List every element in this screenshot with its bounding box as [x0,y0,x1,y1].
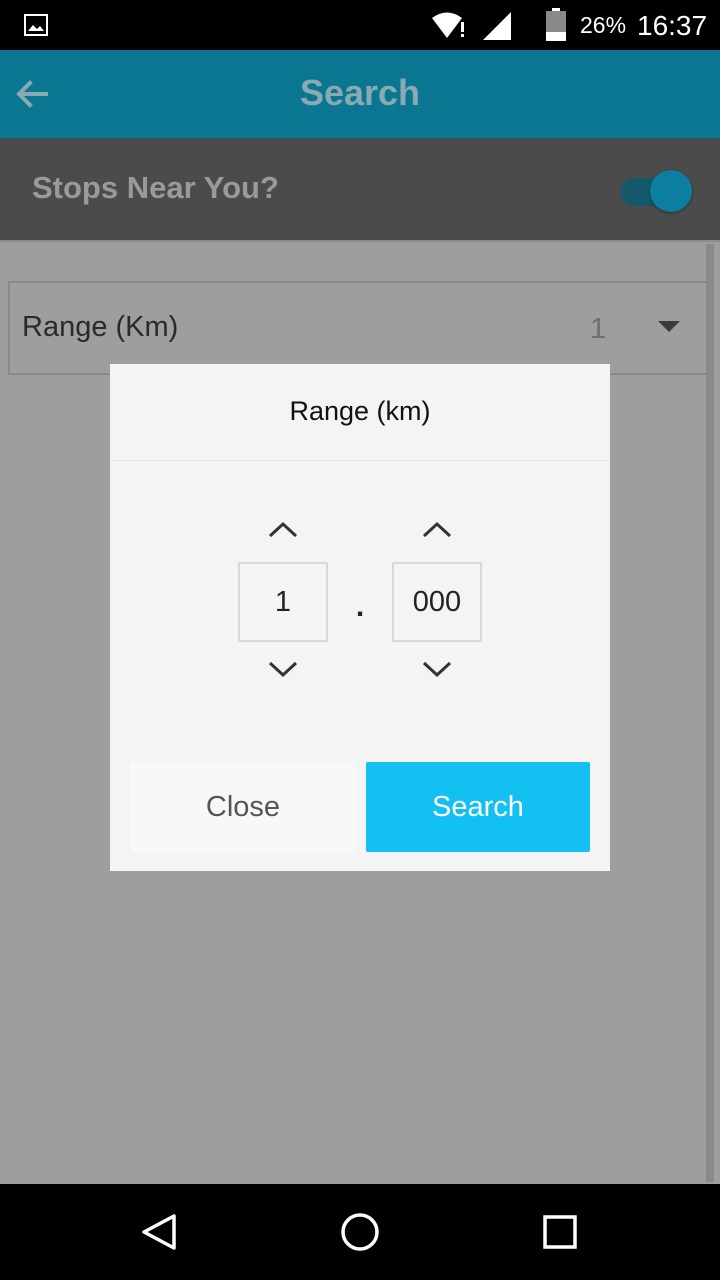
chevron-down-icon [658,321,680,332]
navigation-bar [0,1184,720,1280]
whole-increment-button[interactable] [253,508,313,552]
wifi-alert-icon [430,10,468,45]
stops-near-row: Stops Near You? [0,138,720,242]
search-button[interactable]: Search [366,762,590,852]
gallery-icon [24,14,48,41]
app-bar: Search [0,50,720,138]
chevron-down-icon [422,661,452,678]
decimal-separator: . [355,590,365,623]
decimal-value-field[interactable]: 000 [392,562,482,642]
range-dialog: Range (km) 1 . 000 Close Search [110,364,610,871]
scrollbar[interactable] [706,244,714,1182]
range-select[interactable]: Range (Km) 1 [8,281,712,375]
nav-back-button[interactable] [136,1208,184,1256]
toggle-thumb [650,170,692,212]
decimal-decrement-button[interactable] [407,647,467,691]
status-bar: 26% 16:37 [0,0,720,50]
back-triangle-icon [142,1214,176,1250]
stops-near-label: Stops Near You? [32,170,279,205]
range-label: Range (Km) [22,311,179,343]
home-circle-icon [341,1213,379,1251]
battery-percent: 26% [580,12,627,38]
nav-recents-button[interactable] [536,1208,584,1256]
close-button[interactable]: Close [130,762,356,852]
clock: 16:37 [637,10,708,41]
whole-value-field[interactable]: 1 [238,562,328,642]
recents-square-icon [543,1215,577,1249]
whole-decrement-button[interactable] [253,647,313,691]
page-title: Search [299,72,421,113]
decimal-increment-button[interactable] [407,508,467,552]
range-value: 1 [590,313,607,345]
chevron-down-icon [268,661,298,678]
chevron-up-icon [422,521,452,538]
battery-icon [545,8,567,47]
nav-home-button[interactable] [336,1208,384,1256]
dialog-title: Range (km) [289,396,431,426]
chevron-up-icon [268,521,298,538]
dialog-header: Range (km) [110,364,610,461]
signal-icon [482,11,512,46]
stops-near-toggle[interactable] [618,170,694,214]
